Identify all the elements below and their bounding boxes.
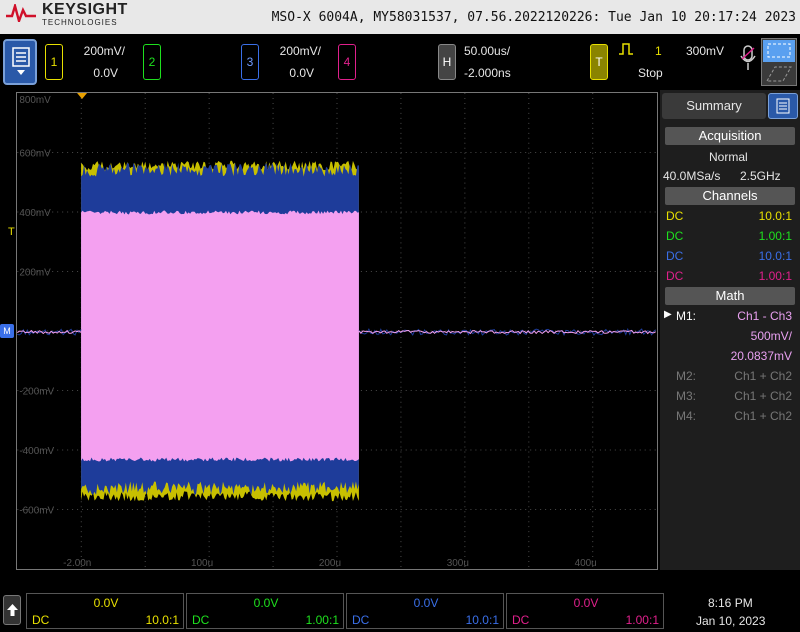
keysight-wave-icon xyxy=(6,4,36,22)
math-function-expression[interactable]: Ch1 + Ch2 xyxy=(734,369,792,383)
clock-date: Jan 10, 2023 xyxy=(696,614,765,628)
sample-rate: 40.0MSa/s xyxy=(663,169,720,183)
math-function-expression[interactable]: 500mV/ xyxy=(751,329,792,343)
box-zoom-icon[interactable] xyxy=(763,40,795,62)
trigger-source: 1 xyxy=(655,44,662,58)
list-icon xyxy=(776,98,790,114)
microphone-icon[interactable] xyxy=(739,45,757,73)
channel-2-button[interactable]: 2 xyxy=(143,44,161,80)
math-function-expression[interactable]: Ch1 + Ch2 xyxy=(734,389,792,403)
channel-status-offset: 0.0V xyxy=(347,596,505,610)
channel-status-cell[interactable]: 0.0V DC 10.0:1 xyxy=(346,593,504,629)
brand-subtitle: TECHNOLOGIES xyxy=(42,18,118,27)
math-header: Math xyxy=(665,287,795,305)
panel-channel-coupling: DC xyxy=(666,269,683,283)
touch-mode-panel xyxy=(761,38,797,86)
trigger-position-marker xyxy=(77,93,87,99)
channel-1-offset: 0.0V xyxy=(48,66,118,80)
delay-value: -2.000ns xyxy=(464,66,511,80)
clock-time: 8:16 PM xyxy=(708,596,753,610)
channel-status-coupling: DC xyxy=(512,613,529,627)
main-menu-button[interactable] xyxy=(3,39,37,85)
channel-4-button[interactable]: 4 xyxy=(338,44,356,80)
x-axis-label: -2.00n xyxy=(63,558,91,569)
trigger-button[interactable]: T xyxy=(590,44,608,80)
channel-status-offset: 0.0V xyxy=(27,596,185,610)
math-function-name[interactable]: M3: xyxy=(676,389,696,403)
math-function-name[interactable]: M2: xyxy=(676,369,696,383)
x-axis-label: 300u xyxy=(447,558,469,569)
channel-status-probe: 1.00:1 xyxy=(626,613,659,627)
panel-channel-coupling: DC xyxy=(666,209,683,223)
rising-edge-icon xyxy=(618,43,634,55)
channel-status-cell[interactable]: 0.0V DC 10.0:1 xyxy=(26,593,184,629)
channel-status-coupling: DC xyxy=(192,613,209,627)
title-bar: KEYSIGHT TECHNOLOGIES MSO-X 6004A, MY580… xyxy=(0,0,800,34)
horizontal-button[interactable]: H xyxy=(438,44,456,80)
channel-3-offset: 0.0V xyxy=(244,66,314,80)
y-axis-label: 400mV xyxy=(19,208,51,219)
channel-bar xyxy=(0,34,800,88)
trigger-level-marker: T xyxy=(8,226,15,238)
math-function-expression[interactable]: Ch1 - Ch3 xyxy=(737,309,792,323)
acquisition-state: Stop xyxy=(638,66,663,80)
panel-channel-coupling: DC xyxy=(666,229,683,243)
panel-channel-probe: 1.00:1 xyxy=(759,229,792,243)
panel-menu-button[interactable] xyxy=(768,93,798,119)
channel-status-cell[interactable]: 0.0V DC 1.00:1 xyxy=(506,593,664,629)
y-axis-label: 200mV xyxy=(19,267,51,278)
menu-list-icon xyxy=(12,47,30,77)
channels-header: Channels xyxy=(665,187,795,205)
channel-status-probe: 10.0:1 xyxy=(466,613,499,627)
expand-button[interactable] xyxy=(3,595,21,625)
panel-channel-coupling: DC xyxy=(666,249,683,263)
summary-tab[interactable]: Summary xyxy=(662,93,766,119)
channel-status-cell[interactable]: 0.0V DC 1.00:1 xyxy=(186,593,344,629)
acquisition-header: Acquisition xyxy=(665,127,795,145)
y-axis-label: -400mV xyxy=(19,446,54,457)
channel-status-probe: 1.00:1 xyxy=(306,613,339,627)
selected-math-arrow-icon: ▶ xyxy=(664,309,672,320)
math-function-expression[interactable]: Ch1 + Ch2 xyxy=(734,409,792,423)
x-axis-label: 400u xyxy=(575,558,597,569)
y-axis-label: -600mV xyxy=(19,505,54,516)
x-axis-label: 100u xyxy=(191,558,213,569)
brand-name: KEYSIGHT xyxy=(42,1,128,19)
acquisition-mode: Normal xyxy=(709,150,748,164)
math-m1-waveform xyxy=(81,211,359,462)
y-axis-label: 600mV xyxy=(19,148,51,159)
ground-marker: M xyxy=(0,324,14,338)
trigger-level: 300mV xyxy=(686,44,724,58)
channel-status-coupling: DC xyxy=(32,613,49,627)
device-info: MSO-X 6004A, MY58031537, 07.56.202212022… xyxy=(272,10,796,25)
channel-status-offset: 0.0V xyxy=(187,596,345,610)
waveform-grid: 800mV 600mV 400mV 200mV -200mV -400mV -600mV -… xyxy=(16,92,658,570)
math-function-name[interactable]: M1: xyxy=(676,309,696,323)
y-axis-label: 800mV xyxy=(19,95,51,106)
math-function-expression[interactable]: 20.0837mV xyxy=(731,349,792,363)
x-axis-label: 200u xyxy=(319,558,341,569)
channel-1-scale: 200mV/ xyxy=(55,44,125,58)
channel-status-probe: 10.0:1 xyxy=(146,613,179,627)
timebase-value: 50.00us/ xyxy=(464,44,510,58)
channel-status-offset: 0.0V xyxy=(507,596,665,610)
y-axis-label: -200mV xyxy=(19,386,54,397)
panel-channel-probe: 10.0:1 xyxy=(759,209,792,223)
panel-channel-probe: 10.0:1 xyxy=(759,249,792,263)
math-function-name[interactable]: M4: xyxy=(676,409,696,423)
arrow-up-icon xyxy=(7,604,18,616)
zone-trigger-icon[interactable] xyxy=(765,65,793,83)
channel-status-coupling: DC xyxy=(352,613,369,627)
panel-channel-probe: 1.00:1 xyxy=(759,269,792,283)
channel-3-scale: 200mV/ xyxy=(251,44,321,58)
bandwidth: 2.5GHz xyxy=(740,169,781,183)
